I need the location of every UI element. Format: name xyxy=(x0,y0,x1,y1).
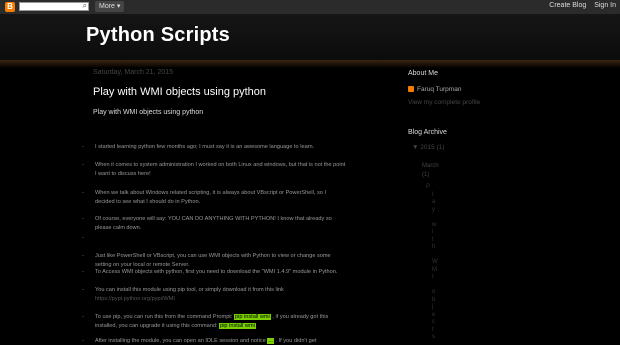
post-paragraph: installed, you can upgrade it using this… xyxy=(95,322,256,330)
archive-post-letter[interactable]: a xyxy=(432,199,435,205)
archive-post-letter[interactable]: P xyxy=(426,184,430,190)
code-highlight: pip install wmi xyxy=(219,323,256,329)
archive-heading: Blog Archive xyxy=(408,129,447,136)
archive-post-letter[interactable]: W xyxy=(432,259,438,265)
post-paragraph: To Access WMI objects with python, first… xyxy=(95,269,338,275)
upgrade-text: installed, you can upgrade it using this… xyxy=(95,323,218,329)
profile-name-text[interactable]: Faruq Turpman xyxy=(417,86,461,93)
bullet: - xyxy=(82,338,84,344)
bullet: - xyxy=(82,253,84,259)
post-date: Saturday, March 21, 2015 xyxy=(93,69,174,76)
bullet: - xyxy=(82,190,84,196)
post-paragraph: I want to discuss here! xyxy=(95,171,151,177)
bullet: - xyxy=(82,235,84,241)
archive-post-letter[interactable]: y xyxy=(432,207,435,213)
post-paragraph: Of course, everyone will say: YOU CAN DO… xyxy=(95,216,332,222)
post-paragraph: After installing the module, you can ope… xyxy=(95,337,316,345)
post-paragraph: decided to see what I should do in Pytho… xyxy=(95,199,201,205)
archive-post-letter[interactable]: w xyxy=(432,222,436,228)
post-paragraph: When we talk about Windows related scrip… xyxy=(95,190,326,196)
search-input[interactable]: ⌕ xyxy=(19,1,89,11)
more-button[interactable]: More ▾ xyxy=(95,1,125,12)
bullet: - xyxy=(82,216,84,222)
code-highlight: ... xyxy=(267,338,274,344)
post-subtitle: Play with WMI objects using python xyxy=(93,109,204,116)
post-paragraph: To use pip, you can run this from the co… xyxy=(95,313,328,321)
post-paragraph: I started learning python few months ago… xyxy=(95,144,315,150)
archive-post-letter[interactable]: e xyxy=(432,312,435,318)
bullet: - xyxy=(82,287,84,293)
bullet: - xyxy=(82,314,84,320)
wmi-link[interactable]: https://pypi.python.org/pypi/WMI xyxy=(95,295,175,303)
view-profile-link[interactable]: View my complete profile xyxy=(408,99,480,106)
blogger-profile-icon xyxy=(408,86,414,93)
post-paragraph: Just like PowerShell or VBscript, you ca… xyxy=(95,253,331,259)
archive-post-letter[interactable]: s xyxy=(432,334,435,340)
bullet: - xyxy=(82,162,84,168)
pip-text-2: , if you already got this xyxy=(272,314,329,320)
after-text: After installing the module, you can ope… xyxy=(95,338,266,344)
sign-in-link[interactable]: Sign In xyxy=(594,2,616,9)
create-blog-link[interactable]: Create Blog xyxy=(549,2,586,9)
post-paragraph: When it comes to system administration I… xyxy=(95,162,346,168)
archive-post-letter[interactable]: t xyxy=(432,237,434,243)
archive-post-letter[interactable]: c xyxy=(432,319,435,325)
archive-post-letter[interactable]: b xyxy=(432,297,435,303)
profile-name[interactable]: Faruq Turpman xyxy=(408,86,461,93)
archive-post-letter[interactable]: t xyxy=(432,327,434,333)
about-heading: About Me xyxy=(408,70,438,77)
bullet: - xyxy=(82,269,84,275)
post-title[interactable]: Play with WMI objects using python xyxy=(93,86,266,98)
archive-post-letter[interactable]: l xyxy=(432,192,433,198)
bullet: - xyxy=(82,144,84,150)
archive-post-letter[interactable]: h xyxy=(432,244,435,250)
blog-title[interactable]: Python Scripts xyxy=(86,24,230,47)
nav-right: Create Blog Sign In xyxy=(543,2,616,9)
post-paragraph: please calm down. xyxy=(95,225,142,231)
blogger-logo-icon[interactable]: B xyxy=(5,2,15,12)
archive-month[interactable]: March xyxy=(422,163,439,169)
pip-text: To use pip, you can run this from the co… xyxy=(95,314,233,320)
archive-post-letter[interactable]: o xyxy=(432,289,435,295)
archive-post-letter[interactable]: M xyxy=(432,267,437,273)
code-highlight: pip install wmi xyxy=(233,314,271,320)
archive-post-letter[interactable]: i xyxy=(432,229,433,235)
archive-post-letter[interactable]: j xyxy=(432,304,433,310)
post-paragraph: You can install this module using pip to… xyxy=(95,287,284,293)
search-icon[interactable]: ⌕ xyxy=(83,1,87,11)
archive-year-toggle[interactable]: ▼ 2015 (1) xyxy=(412,144,444,151)
blogger-navbar: B ⌕ More ▾ Create Blog Sign In xyxy=(0,0,620,14)
archive-month-count: (1) xyxy=(422,172,430,178)
archive-post-letter[interactable]: I xyxy=(432,274,434,280)
header-band xyxy=(0,60,620,68)
after-text-2: . If you didn't get xyxy=(275,338,317,344)
